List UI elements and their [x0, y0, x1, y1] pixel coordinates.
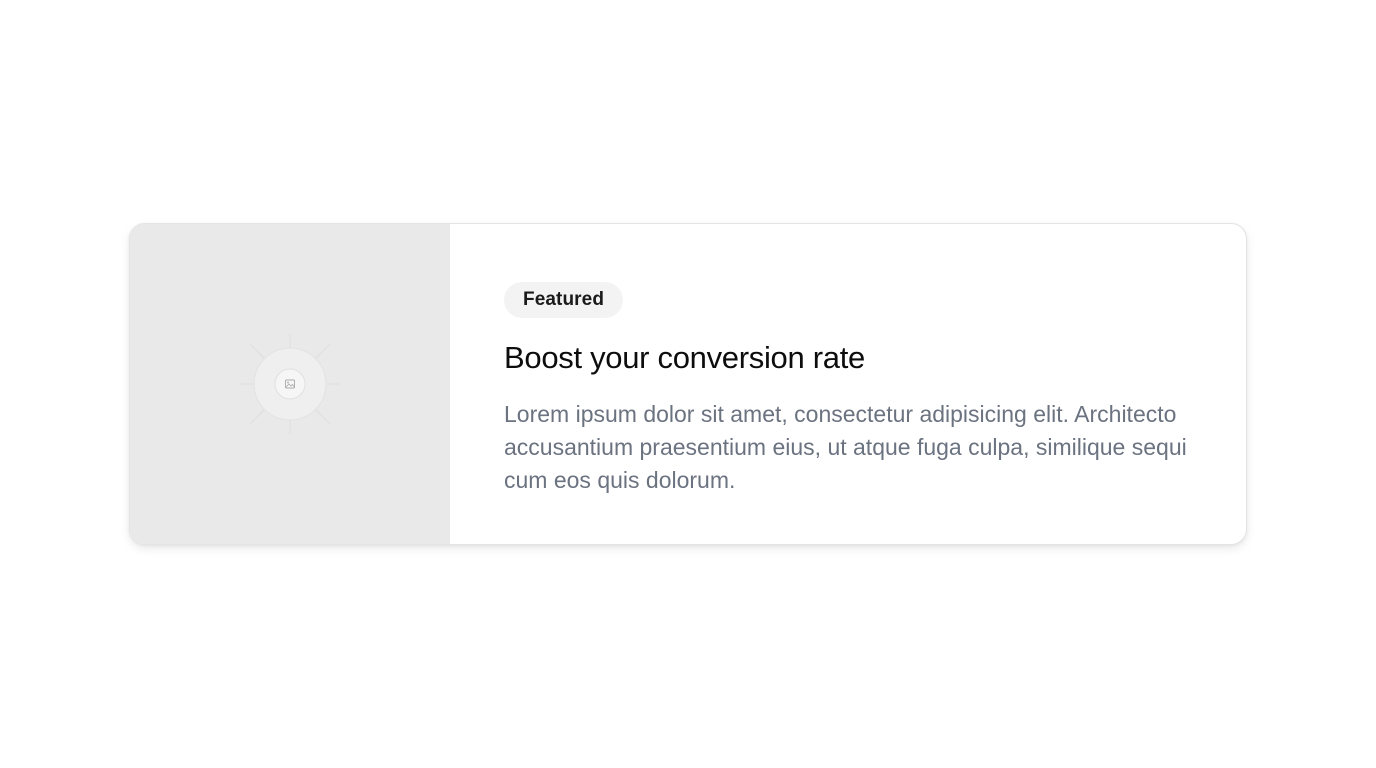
card-title: Boost your conversion rate [504, 340, 865, 375]
image-placeholder-graphic [240, 334, 340, 434]
image-placeholder [130, 224, 450, 544]
featured-badge: Featured [504, 282, 624, 318]
feature-card: Featured Boost your conversion rate Lore… [129, 223, 1247, 545]
card-description: Lorem ipsum dolor sit amet, consectetur … [504, 401, 1187, 493]
card-content: Featured Boost your conversion rate Lore… [450, 224, 1246, 544]
